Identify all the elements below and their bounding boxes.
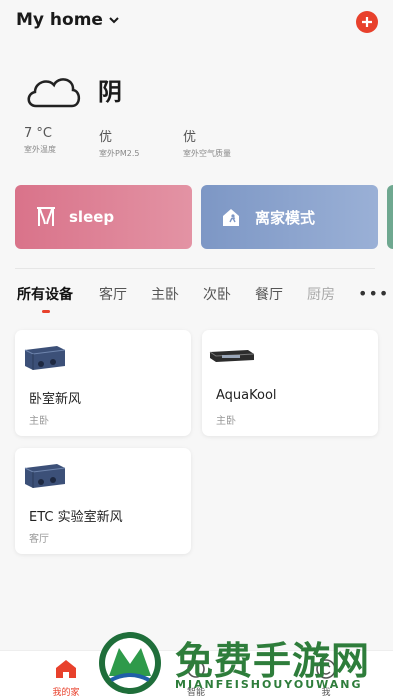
tab-second-bedroom[interactable]: 次卧 [203,284,231,304]
nav-my-home[interactable]: 我的家 [36,657,96,698]
watermark: 免费手游网 MIANFEISHOUYOUWANG [95,626,393,700]
scene-partial[interactable] [387,185,393,249]
device-room: 主卧 [29,416,49,427]
divider [15,268,375,269]
ventilator-device-icon [24,464,66,488]
outdoor-air-quality: 优 室外空气质量 [183,126,231,159]
more-tabs-icon[interactable]: ••• [358,284,389,303]
outdoor-pm25: 优 室外PM2.5 [99,126,139,159]
device-room: 主卧 [216,416,236,427]
stat-value: 优 [183,130,197,145]
watermark-logo-icon [99,632,161,694]
stat-value: 优 [99,130,113,145]
curtain-icon [37,207,55,226]
scene-away[interactable]: 离家模式 [201,185,378,249]
device-name: AquaKool [216,388,277,403]
scene-label: 离家模式 [255,208,316,227]
tab-kitchen[interactable]: 厨房 [307,284,335,304]
outdoor-temperature: 7 °C 室外温度 [24,126,56,155]
active-tab-indicator [42,310,50,313]
stat-label: 室外空气质量 [183,149,231,158]
device-card[interactable]: AquaKool 主卧 [202,330,378,436]
home-name: My home [16,10,103,30]
stat-value: 7 °C [24,126,52,141]
device-name: 卧室新风 [29,392,82,407]
home-selector[interactable]: My home [16,10,119,30]
plus-icon [362,17,372,27]
scene-list: sleep 离家模式 [15,185,393,249]
scene-label: sleep [69,208,115,226]
tab-living-room[interactable]: 客厅 [99,284,127,304]
watermark-subtitle: MIANFEISHOUYOUWANG [175,678,363,691]
nav-label: 我的家 [52,688,80,698]
leave-home-icon [223,209,239,226]
tab-dining-room[interactable]: 餐厅 [255,284,283,304]
weather-panel: 阴 7 °C 室外温度 优 室外PM2.5 优 室外空气质量 [24,66,374,166]
ventilator-device-icon [24,346,66,370]
device-card[interactable]: 卧室新风 主卧 [15,330,191,436]
tab-master-bedroom[interactable]: 主卧 [151,284,179,304]
home-icon [56,660,76,678]
cloud-icon [27,78,81,108]
add-device-button[interactable] [356,11,378,33]
aquakool-device-icon [209,350,255,362]
tab-all-devices[interactable]: 所有设备 [17,284,73,304]
scene-sleep[interactable]: sleep [15,185,192,249]
stat-label: 室外PM2.5 [99,149,140,158]
device-name: ETC 实验室新风 [29,510,123,525]
header: My home [0,0,393,44]
stat-label: 室外温度 [24,145,56,154]
device-room: 客厅 [29,534,49,545]
room-tabs: 所有设备 客厅 主卧 次卧 餐厅 厨房 ••• [0,284,393,314]
weather-condition: 阴 [98,78,122,106]
device-card[interactable]: ETC 实验室新风 客厅 [15,448,191,554]
watermark-title: 免费手游网 [175,638,371,683]
chevron-down-icon [109,17,119,24]
